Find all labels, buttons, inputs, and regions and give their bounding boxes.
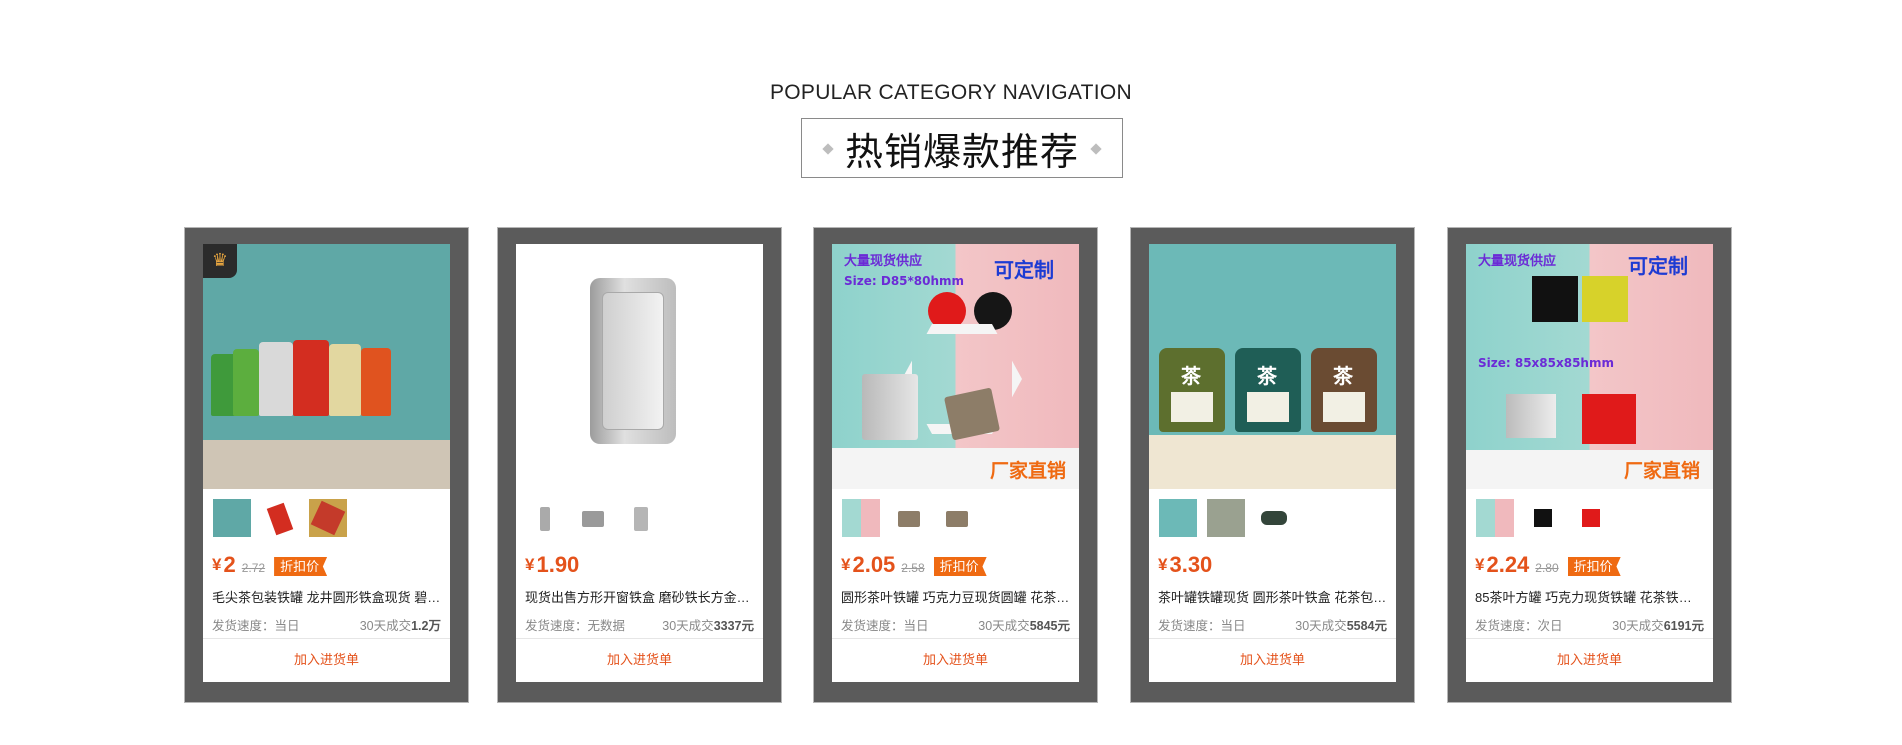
banner-custom-text: 可定制	[994, 258, 1054, 282]
product-image[interactable]	[516, 244, 763, 489]
product-card[interactable]: ¥ 1.90 现货出售方形开窗铁盒 磨砂铁长方金属盒 发货速度：无数据 30天成…	[497, 227, 782, 703]
banner-supply-text: 大量现货供应	[844, 254, 923, 269]
thumbnail[interactable]	[526, 499, 564, 537]
thumbnail[interactable]	[309, 499, 347, 537]
product-name[interactable]: 圆形茶叶铁罐 巧克力豆现货圆罐 花茶包装罐	[832, 583, 1079, 613]
thumbnail[interactable]	[890, 499, 928, 537]
product-image[interactable]: 茶 茶 茶	[1149, 244, 1396, 489]
sales-volume: 30天成交5845元	[978, 619, 1070, 633]
product-price: 2	[223, 552, 236, 577]
sales-volume: 30天成交1.2万	[359, 619, 441, 633]
thumbnail[interactable]	[1524, 499, 1562, 537]
currency-symbol: ¥	[525, 555, 535, 574]
can-label-text: 茶	[1257, 364, 1277, 388]
product-name[interactable]: 毛尖茶包装铁罐 龙井圆形铁盒现货 碧螺春绿茶金属罐 茶叶罐	[203, 583, 450, 613]
ship-speed: 发货速度：无数据	[525, 619, 626, 633]
thumbnail[interactable]	[842, 499, 880, 537]
thumbnail[interactable]	[261, 499, 299, 537]
product-name[interactable]: 现货出售方形开窗铁盒 磨砂铁长方金属盒	[516, 583, 763, 613]
sales-volume: 30天成交3337元	[662, 619, 754, 633]
thumbnail[interactable]	[1207, 499, 1245, 537]
add-to-cart-button[interactable]: 加入进货单	[832, 639, 1079, 681]
currency-symbol: ¥	[841, 555, 851, 574]
sales-volume: 30天成交5584元	[1295, 619, 1387, 633]
thumbnail[interactable]	[213, 499, 251, 537]
thumbnail[interactable]	[622, 499, 660, 537]
can-label-text: 茶	[1181, 364, 1201, 388]
discount-tag: 折扣价	[933, 557, 987, 576]
original-price: 2.72	[241, 561, 266, 575]
product-card[interactable]: 茶 茶 茶 ¥ 3.30 茶叶罐铁罐现货 圆形茶叶铁盒 花茶包装铁罐 发货速度：…	[1130, 227, 1415, 703]
product-image[interactable]: 大量现货供应 Size: D85*80hmm 可定制 厂家直销	[832, 244, 1079, 489]
crown-badge-icon: ♛	[203, 244, 237, 278]
section-subtitle: POPULAR CATEGORY NAVIGATION	[769, 81, 1133, 104]
currency-symbol: ¥	[212, 555, 222, 574]
banner-factory-text: 厂家直销	[990, 460, 1067, 482]
banner-factory-text: 厂家直销	[1624, 460, 1701, 482]
currency-symbol: ¥	[1158, 555, 1168, 574]
product-price: 2.05	[852, 552, 896, 577]
product-name[interactable]: 茶叶罐铁罐现货 圆形茶叶铁盒 花茶包装铁罐	[1149, 583, 1396, 613]
section-header: POPULAR CATEGORY NAVIGATION	[0, 80, 1902, 106]
product-card[interactable]: 大量现货供应 可定制 Size: 85x85x85hmm 厂家直销 ¥ 2.24…	[1447, 227, 1732, 703]
product-image[interactable]: 大量现货供应 可定制 Size: 85x85x85hmm 厂家直销	[1466, 244, 1713, 489]
product-price: 3.30	[1169, 552, 1213, 577]
thumbnail[interactable]	[1476, 499, 1514, 537]
section-title-box: 热销爆款推荐	[801, 118, 1123, 178]
banner-supply-text: 大量现货供应	[1478, 254, 1557, 269]
add-to-cart-button[interactable]: 加入进货单	[516, 639, 763, 681]
section-title: 热销爆款推荐	[844, 129, 1079, 174]
ship-speed: 发货速度：当日	[841, 619, 929, 633]
original-price: 2.80	[1535, 561, 1559, 575]
thumbnail[interactable]	[1159, 499, 1197, 537]
banner-size-text: Size: D85*80hmm	[844, 274, 965, 288]
banner-custom-text: 可定制	[1628, 254, 1688, 278]
product-card[interactable]: 大量现货供应 Size: D85*80hmm 可定制 厂家直销 ¥ 2.05 2…	[813, 227, 1098, 703]
product-price: 2.24	[1486, 552, 1530, 577]
product-name[interactable]: 85茶叶方罐 巧克力现货铁罐 花茶铁盒包装	[1466, 583, 1713, 613]
ship-speed: 发货速度：当日	[1158, 619, 1246, 633]
sales-volume: 30天成交6191元	[1612, 619, 1704, 633]
can-label-text: 茶	[1333, 364, 1353, 388]
ship-speed: 发货速度：次日	[1475, 619, 1563, 633]
diamond-ornament-icon	[1090, 143, 1102, 155]
add-to-cart-button[interactable]: 加入进货单	[1149, 639, 1396, 681]
thumbnail[interactable]	[574, 499, 612, 537]
add-to-cart-button[interactable]: 加入进货单	[1466, 639, 1713, 681]
banner-size-text: Size: 85x85x85hmm	[1478, 356, 1614, 370]
discount-tag: 折扣价	[274, 557, 328, 576]
add-to-cart-button[interactable]: 加入进货单	[203, 639, 450, 681]
product-image[interactable]: ♛	[203, 244, 450, 489]
product-price: 1.90	[536, 552, 580, 577]
thumbnail[interactable]	[938, 499, 976, 537]
discount-tag: 折扣价	[1567, 557, 1621, 576]
diamond-ornament-icon	[822, 143, 834, 155]
original-price: 2.58	[901, 561, 925, 575]
thumbnail[interactable]	[1255, 499, 1293, 537]
thumbnail[interactable]	[1572, 499, 1610, 537]
ship-speed: 发货速度：当日	[212, 619, 300, 633]
currency-symbol: ¥	[1475, 555, 1485, 574]
product-card[interactable]: ♛ ¥ 2 2.72 折扣价 毛尖茶包装铁罐 龙井圆形铁盒现货 碧螺春绿茶金属罐…	[184, 227, 469, 703]
